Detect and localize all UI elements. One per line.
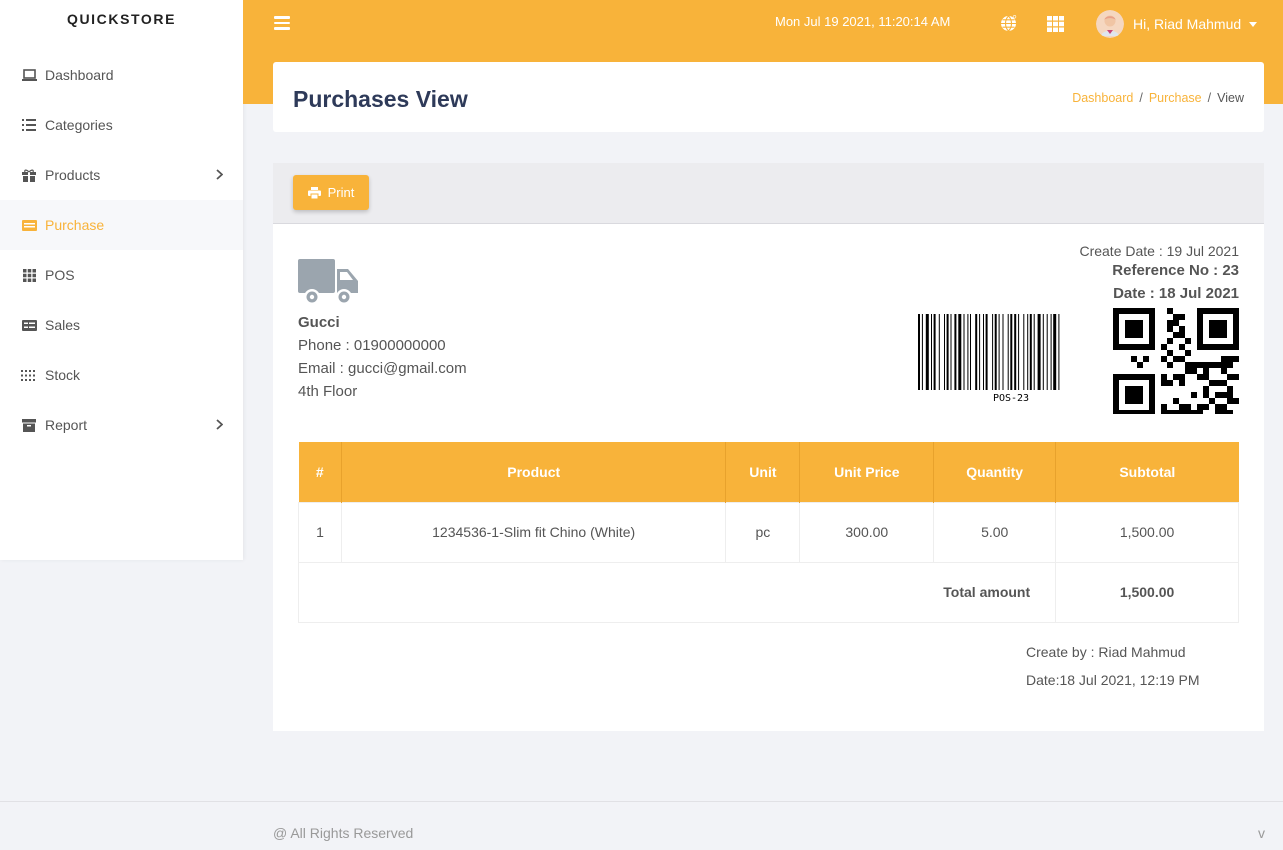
sidebar-item-pos[interactable]: POS — [0, 250, 243, 300]
purchase-meta: Create Date : 19 Jul 2021 Reference No :… — [1079, 243, 1239, 302]
created-info: Create by : Riad Mahmud Date:18 Jul 2021… — [1026, 644, 1200, 700]
col-header-unit-price: Unit Price — [799, 442, 935, 502]
barcode: POS-23 — [918, 314, 1104, 411]
sidebar-item-dashboard[interactable]: Dashboard — [0, 50, 243, 100]
cell-unit: pc — [725, 501, 801, 563]
reference-number: Reference No : 23 — [1112, 262, 1239, 279]
sidebar-item-sales[interactable]: Sales — [0, 300, 243, 350]
chevron-right-icon — [216, 417, 224, 433]
create-date: Create Date : 19 Jul 2021 — [1079, 243, 1239, 259]
truck-icon — [298, 259, 358, 305]
sidebar-item-report[interactable]: Report — [0, 400, 243, 450]
footer-copyright: @ All Rights Reserved — [273, 825, 414, 841]
sidebar-item-stock[interactable]: Stock — [0, 350, 243, 400]
total-label: Total amount — [297, 561, 1057, 623]
purchase-view-card: Print Gucci Phone : 01900000000 Email : … — [273, 163, 1264, 731]
sidebar-item-label: Stock — [45, 367, 81, 383]
created-date: Date:18 Jul 2021, 12:19 PM — [1026, 672, 1200, 688]
globe-icon[interactable] — [1000, 15, 1017, 37]
archive-icon — [21, 417, 37, 433]
current-datetime: Mon Jul 19 2021, 11:20:14 AM — [775, 14, 951, 29]
apps-grid-icon[interactable] — [1047, 16, 1064, 37]
supplier-name: Gucci — [298, 314, 340, 331]
sidebar-item-products[interactable]: Products — [0, 150, 243, 200]
page-title: Purchases View — [293, 86, 468, 112]
credit-card-icon — [21, 217, 37, 233]
dots-grid-icon — [21, 367, 37, 383]
grid-icon — [21, 267, 37, 283]
page-header-card: Purchases View Dashboard / Purchase / View — [273, 62, 1264, 132]
col-header-quantity: Quantity — [933, 442, 1057, 502]
barcode-text: POS-23 — [993, 393, 1029, 404]
created-by: Create by : Riad Mahmud — [1026, 644, 1186, 660]
supplier-address: 4th Floor — [298, 383, 358, 400]
breadcrumb-dashboard[interactable]: Dashboard — [1072, 91, 1133, 105]
table-header-row: # Product Unit Unit Price Quantity Subto… — [298, 442, 1239, 502]
footer-version: v — [1258, 825, 1265, 841]
total-row: Total amount 1,500.00 — [297, 561, 1239, 623]
chevron-right-icon — [216, 167, 224, 183]
sidebar-item-label: POS — [45, 267, 75, 283]
cell-unit-price: 300.00 — [799, 501, 935, 563]
avatar — [1096, 10, 1124, 38]
table-row: 1 1234536-1-Slim fit Chino (White) pc 30… — [298, 501, 1239, 563]
total-value: 1,500.00 — [1055, 561, 1239, 623]
col-header-unit: Unit — [725, 442, 801, 502]
col-header-subtotal: Subtotal — [1055, 442, 1239, 502]
gift-icon — [21, 167, 37, 183]
print-button[interactable]: Print — [293, 175, 369, 210]
user-name: Hi, Riad Mahmud — [1133, 16, 1242, 32]
breadcrumb: Dashboard / Purchase / View — [1072, 91, 1244, 105]
sidebar-item-label: Products — [45, 167, 101, 183]
print-label: Print — [327, 185, 355, 200]
breadcrumb-current: View — [1217, 91, 1244, 105]
qr-code — [1113, 308, 1239, 419]
chevron-down-icon — [1249, 21, 1258, 27]
card-toolbar: Print — [273, 163, 1264, 224]
sidebar-item-label: Report — [45, 417, 88, 433]
purchase-date: Date : 18 Jul 2021 — [1113, 285, 1239, 302]
col-header-product: Product — [341, 442, 727, 502]
laptop-icon — [21, 67, 37, 83]
sidebar-item-label: Purchase — [45, 217, 105, 233]
supplier-email: Email : gucci@gmail.com — [298, 360, 467, 377]
sidebar-item-categories[interactable]: Categories — [0, 100, 243, 150]
user-menu[interactable]: Hi, Riad Mahmud — [1096, 10, 1258, 38]
sidebar-menu: Dashboard Categories Products Purchase P… — [0, 50, 243, 450]
cell-num: 1 — [298, 501, 342, 563]
sidebar-item-purchase[interactable]: Purchase — [0, 200, 243, 250]
cell-subtotal: 1,500.00 — [1055, 501, 1239, 563]
sidebar: QUICKSTORE Dashboard Categories Products — [0, 0, 243, 560]
receipt-icon — [21, 317, 37, 333]
footer: @ All Rights Reserved v — [0, 801, 1283, 850]
purchase-items-table: # Product Unit Unit Price Quantity Subto… — [297, 442, 1239, 623]
sidebar-item-label: Dashboard — [45, 67, 114, 83]
supplier-phone: Phone : 01900000000 — [298, 337, 446, 354]
sidebar-item-label: Categories — [45, 117, 113, 133]
brand-logo[interactable]: QUICKSTORE — [0, 0, 243, 37]
menu-toggle-icon[interactable] — [274, 16, 290, 30]
cell-quantity: 5.00 — [933, 501, 1057, 563]
supplier-info: Gucci Phone : 01900000000 Email : gucci@… — [298, 259, 467, 400]
printer-icon — [307, 186, 321, 199]
cell-product: 1234536-1-Slim fit Chino (White) — [340, 501, 727, 563]
breadcrumb-purchase[interactable]: Purchase — [1149, 91, 1202, 105]
sidebar-item-label: Sales — [45, 317, 81, 333]
list-icon — [21, 117, 37, 133]
col-header-num: # — [298, 442, 342, 502]
